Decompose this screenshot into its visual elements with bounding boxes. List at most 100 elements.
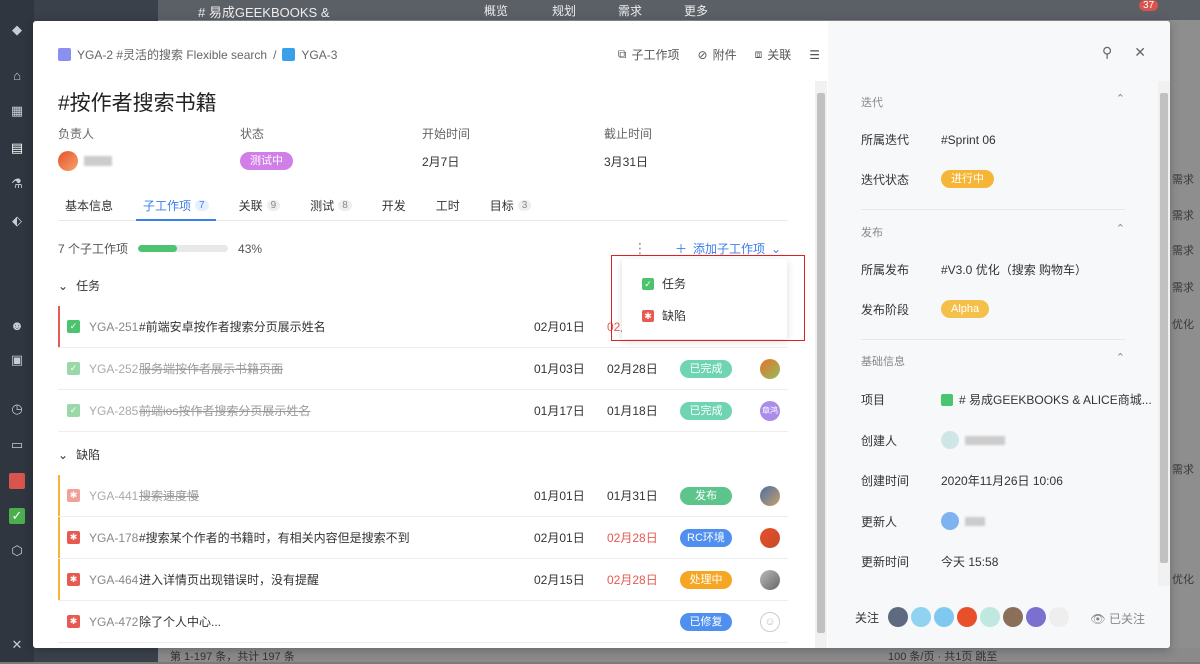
avatar[interactable] [1003, 607, 1024, 627]
avatar [941, 431, 959, 449]
cube-icon[interactable]: ⬡ [9, 543, 25, 559]
row-title[interactable]: 前端ios按作者搜索分页展示姓名 [139, 402, 310, 419]
avatar[interactable] [957, 607, 978, 627]
scrollbar[interactable] [1158, 81, 1170, 586]
row-title[interactable]: 进入详情页出现错误时，没有提醒 [139, 571, 319, 588]
list-menu-button[interactable]: ☰ [809, 48, 820, 62]
grid-icon[interactable]: ▦ [9, 103, 25, 119]
table-row[interactable]: ✱ YGA-472 除了个人中心... 已修复 ☺ [58, 601, 788, 643]
home-icon[interactable]: ⌂ [9, 68, 25, 84]
row-key[interactable]: YGA-472 [89, 615, 138, 629]
close-icon[interactable]: ✕ [1134, 44, 1146, 61]
row-key[interactable]: YGA-178 [89, 531, 138, 545]
scrollbar-thumb[interactable] [1160, 93, 1168, 563]
user-placeholder-icon[interactable]: ☺ [760, 611, 780, 632]
top-tab-plan[interactable]: 规划 [552, 2, 576, 19]
red-app-icon[interactable] [9, 473, 25, 489]
tag-icon[interactable]: ⬖ [9, 213, 25, 229]
tab-subitems[interactable]: 子工作项 7 [136, 191, 216, 221]
row-title[interactable]: #搜索某个作者的书籍时，有相关内容但是搜索不到 [139, 529, 410, 546]
attach-button[interactable]: ⊘ 附件 [698, 46, 737, 63]
assignee-value[interactable] [58, 151, 240, 171]
meta-fields: 负责人 状态 测试中 开始时间 2月7日 截止时间 3月31日 [58, 125, 786, 171]
row-title[interactable]: 搜索速度慢 [139, 487, 199, 504]
tab-links[interactable]: 关联 9 [232, 191, 288, 220]
row-title[interactable]: #前端安卓按作者搜索分页展示姓名 [139, 318, 326, 335]
status-badge[interactable]: RC环境 [680, 528, 732, 547]
breadcrumb-parent[interactable]: YGA-2 #灵活的搜索 Flexible search [77, 46, 267, 63]
avatar[interactable] [911, 607, 932, 627]
pin-icon[interactable]: ⚲ [1102, 44, 1112, 61]
row-key[interactable]: YGA-285 [89, 404, 138, 418]
doc-icon[interactable]: ▭ [9, 437, 25, 453]
tab-goals[interactable]: 目标 3 [483, 191, 539, 220]
status-badge[interactable]: 已修复 [680, 612, 732, 631]
avatar[interactable] [760, 569, 780, 590]
tab-dev[interactable]: 开发 [375, 191, 413, 220]
table-row[interactable]: ✓ YGA-285 前端ios按作者搜索分页展示姓名 01月17日 01月18日… [58, 390, 788, 432]
scrollbar-thumb[interactable] [817, 93, 825, 633]
chevron-down-icon[interactable]: ⌄ [771, 242, 781, 256]
row-key[interactable]: YGA-252 [89, 362, 138, 376]
top-tab-more[interactable]: 更多 [684, 2, 708, 19]
table-row[interactable]: ✱ YGA-441 搜索速度慢 01月01日 01月31日 发布 [58, 475, 788, 517]
section-iteration[interactable]: 迭代 ⌃ [861, 93, 1125, 110]
status-badge[interactable]: 已完成 [680, 401, 732, 420]
row-title[interactable]: 除了个人中心... [139, 613, 221, 630]
group-header-task[interactable]: ⌄ 任务 [58, 277, 100, 294]
avatar[interactable] [760, 358, 780, 379]
chart-icon[interactable]: ▣ [9, 352, 25, 368]
tab-count: 7 [195, 200, 209, 211]
row-key[interactable]: YGA-441 [89, 489, 138, 503]
status-badge[interactable]: 测试中 [240, 152, 293, 170]
avatar[interactable] [760, 527, 780, 548]
tab-basic-info[interactable]: 基本信息 [58, 191, 120, 220]
top-tab-req[interactable]: 需求 [618, 2, 642, 19]
avatar[interactable] [760, 485, 780, 506]
table-row[interactable]: ✱ YGA-464 进入详情页出现错误时，没有提醒 02月15日 02月28日 … [58, 559, 788, 601]
link-button[interactable]: ⧈ 关联 [755, 46, 792, 63]
row-title[interactable]: 服务端按作者展示书籍页面 [139, 360, 283, 377]
field-value[interactable]: # 易成GEEKBOOKS & ALICE商城... [959, 391, 1152, 408]
row-key[interactable]: YGA-464 [89, 573, 138, 587]
end-value[interactable]: 3月31日 [604, 152, 786, 170]
status-badge[interactable]: 已完成 [680, 359, 732, 378]
clock-icon[interactable]: ◷ [9, 401, 25, 417]
start-value[interactable]: 2月7日 [422, 152, 604, 170]
tab-worklog[interactable]: 工时 [429, 191, 467, 220]
project-icon[interactable]: ▤ [9, 140, 25, 156]
updater-name-blur [965, 516, 985, 526]
field-value[interactable]: #V3.0 优化（搜索 购物车） [941, 261, 1087, 278]
field-label: 项目 [861, 393, 886, 407]
tab-tests[interactable]: 测试 8 [303, 191, 359, 220]
group-label: 缺陷 [76, 448, 101, 462]
field-value[interactable]: #Sprint 06 [941, 133, 996, 147]
avatar[interactable]: 章鸿 [760, 400, 780, 421]
flask-icon[interactable]: ⚗ [9, 176, 25, 192]
page-title: #按作者搜索书籍 [58, 92, 217, 115]
avatar[interactable] [888, 607, 909, 627]
table-row[interactable]: ✱ YGA-178 #搜索某个作者的书籍时，有相关内容但是搜索不到 02月01日… [58, 517, 788, 559]
scrollbar[interactable] [815, 81, 827, 648]
subitems-button[interactable]: ⧉ 子工作项 [618, 46, 680, 63]
row-start: 01月03日 [534, 362, 585, 376]
row-key[interactable]: YGA-251 [89, 320, 138, 334]
status-badge[interactable]: 处理中 [680, 570, 732, 589]
table-row[interactable]: ✓ YGA-252 服务端按作者展示书籍页面 01月03日 02月28日 已完成 [58, 348, 788, 390]
settings-icon[interactable]: ✕ [9, 637, 25, 653]
breadcrumb-current[interactable]: YGA-3 [301, 48, 337, 62]
chevron-down-icon: ⌄ [58, 278, 69, 293]
green-app-icon[interactable]: ✓ [9, 508, 25, 524]
avatar[interactable] [980, 607, 1001, 627]
section-basic[interactable]: 基础信息 ⌃ [861, 352, 1125, 369]
followed-button[interactable]: 👁︎ 已关注 [1090, 610, 1145, 627]
row-end: 02月28日 [607, 362, 658, 376]
status-badge[interactable]: 发布 [680, 486, 732, 505]
top-tab-overview[interactable]: 概览 [484, 2, 508, 19]
group-header-bug[interactable]: ⌄ 缺陷 [58, 446, 100, 463]
avatar[interactable] [1026, 607, 1047, 627]
section-release[interactable]: 发布 ⌃ [861, 223, 1125, 240]
robot-icon[interactable]: ☻ [9, 318, 25, 334]
avatar[interactable] [1049, 607, 1070, 627]
avatar[interactable] [934, 607, 955, 627]
